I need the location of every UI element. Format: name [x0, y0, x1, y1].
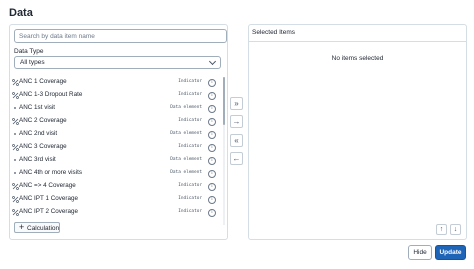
item-type: Indicator — [178, 79, 202, 84]
plus-icon: + — [19, 222, 25, 232]
list-item[interactable]: ANC 1 Coverage Indicator i — [10, 76, 221, 89]
info-icon[interactable]: i — [208, 117, 216, 126]
list-item[interactable]: ANC IPT 2 Coverage Indicator i — [10, 206, 221, 219]
data-element-icon — [14, 172, 16, 174]
selected-items-header: Selected Items — [249, 25, 466, 42]
available-items-panel: Data Type All types ANC 1 Coverage Indic… — [9, 24, 228, 240]
calculation-label: Calculation — [27, 224, 60, 232]
selected-items-title: Selected Items — [252, 29, 295, 36]
info-icon[interactable]: i — [208, 169, 216, 178]
item-type: Indicator — [178, 209, 202, 214]
indicator-icon — [12, 144, 19, 151]
item-label: ANC 3 Coverage — [19, 143, 67, 150]
chevron-left-icon: ← — [232, 154, 241, 163]
double-chevron-right-icon: » — [234, 99, 239, 108]
select-all-button[interactable]: » — [230, 97, 243, 110]
data-element-icon — [14, 159, 16, 161]
item-type: Data element — [170, 170, 202, 175]
data-type-value: All types — [20, 59, 45, 66]
info-icon[interactable]: i — [208, 182, 216, 191]
item-label: ANC => 4 Coverage — [19, 182, 76, 189]
list-item[interactable]: ANC 4th or more visits Data element i — [10, 167, 221, 180]
list-item[interactable]: ANC IPT 1 Coverage Indicator i — [10, 193, 221, 206]
data-type-label: Data Type — [14, 48, 44, 55]
item-type: Data element — [170, 157, 202, 162]
hide-button[interactable]: Hide — [408, 245, 432, 260]
data-element-icon — [14, 133, 16, 135]
item-label: ANC 1st visit — [19, 104, 56, 111]
item-label: ANC 3rd visit — [19, 156, 56, 163]
item-type: Indicator — [178, 183, 202, 188]
info-icon[interactable]: i — [208, 104, 216, 113]
data-type-select[interactable]: All types — [14, 56, 221, 69]
modal-title: Data — [9, 7, 33, 19]
double-chevron-left-icon: « — [234, 136, 239, 145]
list-item[interactable]: ANC 1-3 Dropout Rate Indicator i — [10, 89, 221, 102]
item-type: Indicator — [178, 144, 202, 149]
item-label: ANC IPT 1 Coverage — [19, 195, 79, 202]
item-label: ANC 2 Coverage — [19, 117, 67, 124]
arrow-up-icon: ↑ — [439, 226, 444, 233]
info-icon[interactable]: i — [208, 130, 216, 139]
list-item[interactable]: ANC 2 Coverage Indicator i — [10, 115, 221, 128]
info-icon[interactable]: i — [208, 78, 216, 87]
item-label: ANC 2nd visit — [19, 130, 58, 137]
item-type: Indicator — [178, 196, 202, 201]
move-down-button[interactable]: ↓ — [450, 224, 461, 235]
chevron-right-icon: → — [232, 117, 241, 126]
list-item[interactable]: ANC => 4 Coverage Indicator i — [10, 180, 221, 193]
list-item[interactable]: ANC 2nd visit Data element i — [10, 128, 221, 141]
selected-items-panel: Selected Items No items selected ↑ ↓ — [248, 24, 467, 240]
list-item[interactable]: ANC 3 Coverage Indicator i — [10, 141, 221, 154]
calculation-button[interactable]: + Calculation — [14, 222, 60, 233]
indicator-icon — [12, 196, 19, 203]
search-input[interactable] — [14, 29, 227, 43]
item-label: ANC IPT 2 Coverage — [19, 208, 79, 215]
info-icon[interactable]: i — [208, 208, 216, 217]
indicator-icon — [12, 118, 19, 125]
arrow-down-icon: ↓ — [453, 226, 458, 233]
item-type: Indicator — [178, 92, 202, 97]
item-type: Data element — [170, 105, 202, 110]
deselect-button[interactable]: ← — [230, 152, 243, 165]
list-scroll-thumb[interactable] — [223, 77, 225, 125]
deselect-all-button[interactable]: « — [230, 134, 243, 147]
item-label: ANC 4th or more visits — [19, 169, 82, 176]
indicator-icon — [12, 183, 19, 190]
indicator-icon — [12, 79, 19, 86]
info-icon[interactable]: i — [208, 156, 216, 165]
chevron-down-icon — [208, 57, 217, 66]
indicator-icon — [12, 209, 19, 216]
info-icon[interactable]: i — [208, 195, 216, 204]
items-list: ANC 1 Coverage Indicator i ANC 1-3 Dropo… — [10, 76, 221, 226]
list-item[interactable]: ANC 1st visit Data element i — [10, 102, 221, 115]
item-type: Indicator — [178, 118, 202, 123]
item-type: Data element — [170, 131, 202, 136]
list-item[interactable]: ANC 3rd visit Data element i — [10, 154, 221, 167]
item-label: ANC 1-3 Dropout Rate — [19, 91, 83, 98]
data-element-icon — [14, 107, 16, 109]
indicator-icon — [12, 92, 19, 99]
item-label: ANC 1 Coverage — [19, 78, 67, 85]
update-button[interactable]: Update — [435, 245, 466, 260]
move-up-button[interactable]: ↑ — [436, 224, 447, 235]
info-icon[interactable]: i — [208, 91, 216, 100]
select-button[interactable]: → — [230, 115, 243, 128]
info-icon[interactable]: i — [208, 143, 216, 152]
empty-message: No items selected — [331, 55, 384, 62]
